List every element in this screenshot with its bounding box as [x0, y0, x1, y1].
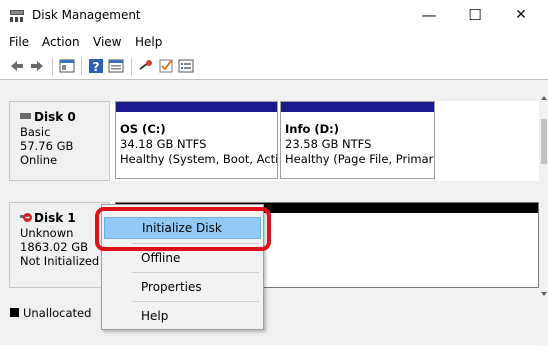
show-hide-console-tree-icon[interactable] [59, 58, 75, 74]
partition-bar [116, 102, 277, 112]
toolbar: ? [0, 55, 548, 79]
disk-name: Disk 0 [34, 110, 76, 124]
disk-map-panel: Disk 0 Basic 57.76 GB Online OS (C:) 34.… [0, 79, 548, 346]
properties-icon[interactable] [108, 58, 124, 74]
partition-d[interactable]: Info (D:) 23.58 GB NTFS Healthy (Page Fi… [280, 101, 435, 179]
menu-file[interactable]: File [9, 35, 29, 49]
scroll-down-icon[interactable] [541, 292, 547, 296]
partition-c[interactable]: OS (C:) 34.18 GB NTFS Healthy (System, B… [115, 101, 278, 179]
scrollbar-thumb[interactable] [541, 119, 547, 164]
disk-row: Disk 1 Unknown 1863.02 GB Not Initialize… [9, 202, 539, 288]
help-icon[interactable]: ? [88, 58, 104, 74]
disk-name: Disk 1 [34, 211, 76, 225]
toolbar-separator [52, 58, 53, 75]
highlight-ring [95, 207, 271, 251]
toolbar-separator [131, 58, 132, 75]
partition-name: Info (D:) [285, 122, 340, 136]
partition-size: 23.58 GB NTFS [285, 137, 372, 151]
legend-unallocated-label: Unallocated [23, 306, 92, 320]
menu-separator [132, 301, 259, 302]
details-icon[interactable] [178, 58, 194, 74]
legend-unallocated-swatch [10, 308, 19, 317]
toolbar-separator [81, 58, 82, 75]
close-button[interactable]: ✕ [498, 0, 544, 31]
disk-label[interactable]: Disk 0 Basic 57.76 GB Online [9, 101, 110, 181]
disk-type: Unknown [20, 226, 74, 240]
disk-management-icon [10, 10, 24, 22]
menu-item-properties[interactable]: Properties [104, 276, 261, 298]
disk-status: Online [20, 153, 58, 167]
back-icon[interactable] [9, 58, 25, 74]
partition-status: Healthy (Page File, Primary [285, 152, 435, 166]
minimize-button[interactable]: — [406, 0, 452, 31]
connect-icon[interactable] [138, 58, 154, 74]
title-bar: Disk Management — ☐ ✕ [0, 0, 548, 31]
svg-text:?: ? [93, 60, 100, 74]
disk-size: 1863.02 GB [20, 240, 89, 254]
forward-icon[interactable] [29, 58, 45, 74]
disk-error-icon [20, 213, 32, 222]
disk-size: 57.76 GB [20, 139, 74, 153]
disk-status: Not Initialized [20, 254, 100, 268]
checklist-icon[interactable] [158, 58, 174, 74]
partition-name: OS (C:) [120, 122, 166, 136]
window-title: Disk Management [32, 8, 141, 22]
partition-status: Healthy (System, Boot, Activ [120, 152, 278, 166]
menu-view[interactable]: View [93, 35, 121, 49]
legend: Unallocated [9, 303, 539, 323]
menu-item-help[interactable]: Help [104, 305, 261, 327]
scroll-up-icon[interactable] [541, 96, 547, 100]
disk-type: Basic [20, 125, 51, 139]
menu-action[interactable]: Action [42, 35, 80, 49]
partition-bar [281, 102, 434, 112]
disk-row: Disk 0 Basic 57.76 GB Online OS (C:) 34.… [9, 101, 539, 181]
menu-help[interactable]: Help [135, 35, 162, 49]
partition-size: 34.18 GB NTFS [120, 137, 207, 151]
menu-separator [132, 272, 259, 273]
menu-bar: File Action View Help [0, 31, 548, 53]
disk-icon [20, 113, 31, 119]
maximize-button[interactable]: ☐ [452, 0, 498, 31]
vertical-scrollbar[interactable] [540, 80, 548, 346]
